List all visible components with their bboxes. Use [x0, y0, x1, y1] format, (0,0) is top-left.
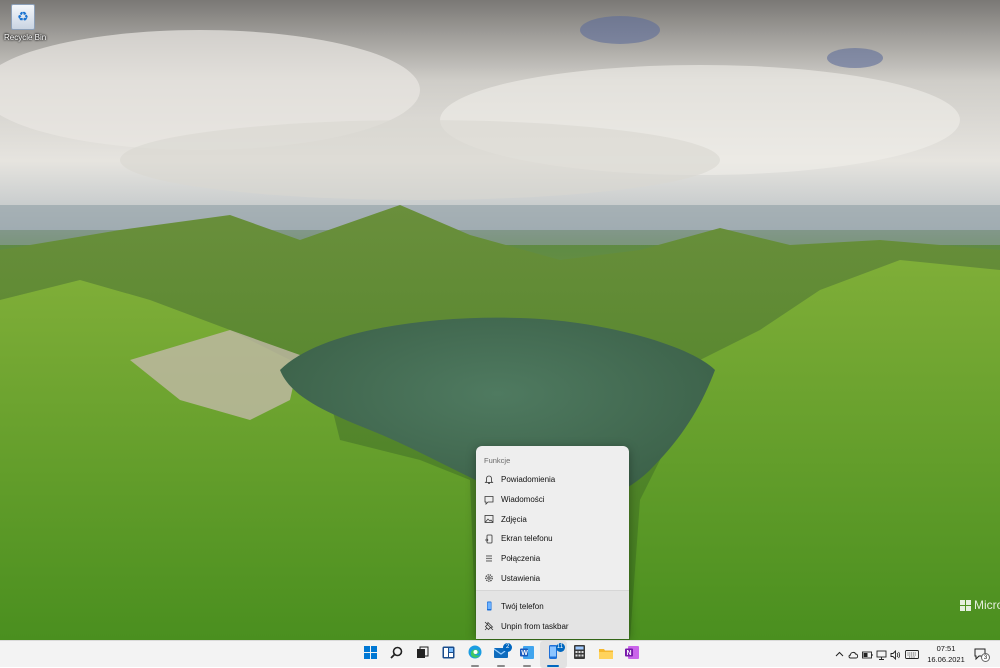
word-icon: W	[520, 645, 535, 664]
network-icon[interactable]	[876, 649, 887, 660]
microsoft-logo-icon	[960, 599, 971, 611]
jump-list-item-notifications[interactable]: Powiadomienia	[476, 470, 629, 490]
chevron-up-icon[interactable]	[834, 649, 845, 660]
jump-list-item-label: Ustawienia	[501, 573, 541, 583]
your-phone-jump-list: Funkcje Powiadomienia Wiadomości Zdjęcia…	[476, 446, 629, 639]
clock-date: 16.06.2021	[927, 655, 965, 664]
taskbar: 2 W 11 N 07:51 16.06.2021 3	[0, 640, 1000, 668]
search-icon	[390, 646, 403, 664]
task-view-button[interactable]	[409, 641, 435, 668]
jump-list-item-calls[interactable]: Połączenia	[476, 549, 629, 569]
your-phone-badge: 11	[555, 643, 565, 652]
message-icon	[484, 495, 494, 505]
jump-list-item-label: Wiadomości	[501, 495, 545, 505]
mail-button[interactable]: 2	[488, 641, 514, 668]
photo-icon	[484, 514, 494, 524]
jump-list-item-your-phone[interactable]: Twój telefon	[476, 596, 629, 616]
cloud-icon[interactable]	[848, 649, 859, 660]
jump-list-item-label: Unpin from taskbar	[501, 621, 569, 631]
svg-text:N: N	[626, 650, 631, 657]
search-button[interactable]	[383, 641, 409, 668]
jump-list-footer: Twój telefon Unpin from taskbar	[476, 590, 629, 639]
file-explorer-button[interactable]	[593, 641, 619, 668]
task-view-icon	[416, 646, 429, 664]
widgets-icon	[442, 646, 455, 664]
recycle-bin-icon: ♻	[11, 4, 35, 30]
edge-icon	[468, 645, 482, 664]
jump-list-item-unpin[interactable]: Unpin from taskbar	[476, 616, 629, 636]
notification-count-badge: 3	[981, 653, 990, 662]
jump-list-item-label: Ekran telefonu	[501, 534, 553, 544]
jump-list-item-messages[interactable]: Wiadomości	[476, 490, 629, 510]
your-phone-button[interactable]: 11	[540, 641, 567, 668]
phone-icon	[484, 601, 494, 611]
system-tray	[834, 641, 920, 668]
jump-list-item-label: Powiadomienia	[501, 475, 556, 485]
windows-icon	[363, 645, 377, 664]
edge-button[interactable]	[462, 641, 488, 668]
jump-list-item-photos[interactable]: Zdjęcia	[476, 509, 629, 529]
jump-list-item-settings[interactable]: Ustawienia	[476, 568, 629, 588]
jump-list-item-label: Zdjęcia	[501, 514, 527, 524]
clock[interactable]: 07:51 16.06.2021	[926, 643, 966, 665]
unpin-icon	[484, 621, 494, 631]
phone-screen-icon	[484, 534, 494, 544]
calculator-button[interactable]	[567, 641, 593, 668]
folder-icon	[598, 646, 613, 664]
volume-icon[interactable]	[890, 649, 901, 660]
jump-list-header: Funkcje	[484, 456, 511, 465]
jump-list-item-label: Twój telefon	[501, 601, 544, 611]
taskbar-apps: 2 W 11 N	[357, 641, 645, 668]
recycle-bin-label: Recycle Bin	[4, 33, 47, 42]
onenote-icon: N	[624, 645, 639, 664]
battery-icon[interactable]	[862, 649, 873, 660]
clock-time: 07:51	[936, 644, 956, 653]
bell-icon	[484, 475, 494, 485]
jump-list-item-label: Połączenia	[501, 554, 541, 564]
onenote-button[interactable]: N	[619, 641, 645, 668]
recycle-bin[interactable]: ♻ Recycle Bin	[4, 4, 47, 42]
word-button[interactable]: W	[514, 641, 540, 668]
jump-list-item-phone-screen[interactable]: Ekran telefonu	[476, 529, 629, 549]
dialpad-icon	[484, 554, 494, 564]
start-button[interactable]	[357, 641, 383, 668]
notification-center-button[interactable]: 3	[974, 647, 990, 662]
keyboard-icon[interactable]	[904, 649, 920, 660]
mail-badge: 2	[503, 643, 513, 652]
gear-icon	[484, 573, 494, 583]
svg-text:W: W	[521, 650, 528, 657]
widgets-button[interactable]	[436, 641, 462, 668]
watermark-text: Microsoft	[974, 598, 1000, 612]
calculator-icon	[574, 645, 586, 664]
brand-watermark: Microsoft	[960, 598, 1000, 612]
